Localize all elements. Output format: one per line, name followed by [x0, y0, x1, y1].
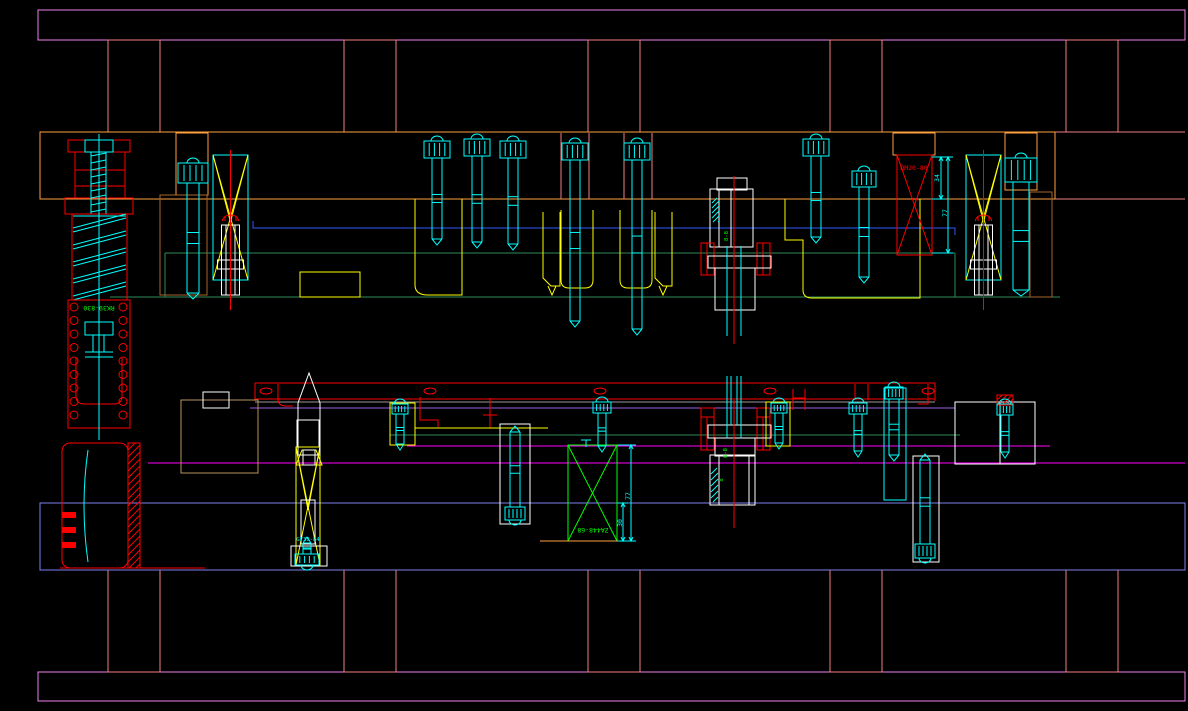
punch-part-label: 8-8	[723, 448, 729, 458]
guide-bushing[interactable]	[60, 443, 205, 568]
die-block	[415, 199, 462, 295]
cap-screw[interactable]	[562, 138, 588, 327]
lower-pillars[interactable]	[108, 570, 1118, 672]
upper-punch-unit[interactable]: 8-8	[701, 176, 771, 344]
strip-clamps	[278, 384, 928, 428]
bushing-sleeve	[1030, 192, 1052, 297]
cap-screw[interactable]	[424, 136, 450, 245]
cap-screw[interactable]	[505, 426, 525, 525]
die-insert	[300, 272, 360, 297]
bottom-clamping-plate[interactable]	[38, 672, 1185, 701]
dimension-text: 77	[941, 209, 949, 217]
hatch-upper-unit	[712, 198, 719, 222]
bushing-sleeve	[160, 195, 207, 295]
spring-pocket	[893, 133, 935, 155]
left-spring-assembly[interactable]: RK39-830	[65, 134, 133, 440]
cap-screw[interactable]	[593, 397, 611, 452]
cap-screw[interactable]	[915, 454, 935, 563]
bolt-pocket	[390, 403, 415, 445]
cap-screw[interactable]	[624, 138, 650, 335]
pilot-punch[interactable]	[296, 373, 322, 465]
guide-sleeve	[884, 388, 906, 500]
bolt-pocket	[1005, 133, 1037, 190]
upper-pillars[interactable]	[108, 40, 1118, 132]
dimension-lower: 30 77	[616, 445, 636, 541]
cap-screw[interactable]	[178, 158, 208, 299]
cap-screw[interactable]	[1005, 153, 1037, 296]
cad-canvas[interactable]: DM20-80 34 77 ZA448-68 30 77	[0, 0, 1188, 711]
spring-part-label: GF38-84	[296, 537, 320, 543]
dimension-text: 30	[616, 519, 624, 527]
cap-screw[interactable]	[885, 382, 903, 461]
spring-lower-left[interactable]: GF38-84	[291, 420, 327, 566]
spring-upper-right[interactable]	[966, 150, 1001, 310]
spring-part-label: ZA448-68	[577, 526, 608, 534]
cap-screw[interactable]	[464, 134, 490, 248]
lower-right-unit[interactable]	[955, 395, 1035, 464]
bolt-pocket	[176, 133, 208, 195]
hatch-lower-unit	[711, 468, 718, 502]
spring-part-label: DM20-80	[900, 164, 927, 172]
cap-screw[interactable]	[849, 398, 867, 457]
cap-screw[interactable]	[852, 166, 876, 283]
lower-left-block[interactable]	[181, 392, 258, 473]
material-strip[interactable]	[255, 383, 935, 428]
punch-part-label: 8-8	[724, 231, 730, 241]
dimension-text: 77	[624, 492, 632, 500]
cap-screw[interactable]	[997, 399, 1013, 458]
cap-screw[interactable]	[771, 398, 787, 449]
spring-lower-mid[interactable]: ZA448-68 30 77	[540, 440, 636, 541]
backing-plate-line	[253, 221, 955, 235]
bushing-hatch	[128, 443, 140, 568]
dimension-text: 34	[933, 174, 941, 182]
punch-guide	[620, 210, 652, 288]
cap-screw[interactable]	[500, 136, 526, 250]
punch-part-label: 8	[719, 478, 725, 481]
strip-holes	[260, 388, 934, 394]
top-clamping-plate[interactable]	[38, 10, 1185, 40]
dimension-upper: 34 77	[932, 157, 953, 253]
cap-screw[interactable]	[392, 399, 408, 450]
spring-upper-left[interactable]	[213, 150, 248, 310]
lower-die-shoe[interactable]	[40, 503, 1185, 570]
spring-upper-marked[interactable]: DM20-80 34 77	[897, 155, 953, 255]
cap-screw[interactable]	[803, 134, 829, 243]
die-set-structure[interactable]	[38, 10, 1185, 701]
